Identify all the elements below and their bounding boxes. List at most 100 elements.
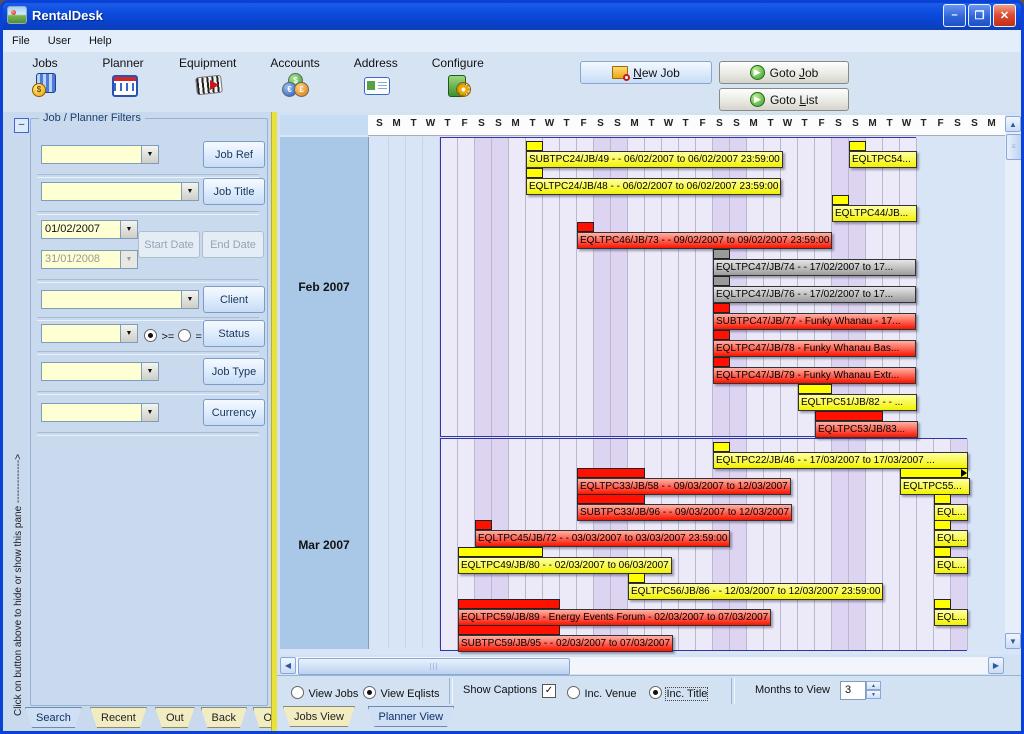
chevron-down-icon[interactable]: ▼ — [120, 221, 137, 238]
menu-item-user[interactable]: User — [39, 32, 80, 50]
client-combo[interactable]: ▼ — [41, 290, 199, 309]
gantt-bar-marker[interactable] — [526, 168, 543, 178]
scroll-left-icon[interactable]: ◀ — [280, 657, 296, 674]
gantt-bar-marker[interactable] — [577, 494, 645, 504]
gantt-bar-marker[interactable] — [798, 384, 832, 394]
gantt-caption[interactable]: EQLTPC47/JB/79 - Funky Whanau Extr... — [713, 367, 916, 384]
job-title-button[interactable]: Job Title — [203, 178, 265, 205]
gantt-bar-marker[interactable] — [458, 625, 560, 635]
gantt-caption[interactable]: EQLTPC47/JB/78 - Funky Whanau Bas... — [713, 340, 916, 357]
gantt-caption[interactable]: SUBTPC47/JB/77 - Funky Whanau - 17... — [713, 313, 916, 330]
job-title-combo[interactable]: ▼ — [41, 182, 199, 201]
gantt-caption[interactable]: EQLTPC33/JB/58 - - 09/03/2007 to 12/03/2… — [577, 478, 791, 495]
start-date-combo[interactable]: 01/02/2007▼ — [41, 220, 138, 239]
inc-title-radio[interactable]: Inc. Title — [649, 684, 707, 702]
gantt-bar-marker[interactable] — [713, 442, 730, 452]
gantt-caption[interactable]: EQLTPC56/JB/86 - - 12/03/2007 to 12/03/2… — [628, 583, 883, 600]
gantt-caption[interactable]: EQLTPC59/JB/89 - Energy Events Forum - 0… — [458, 609, 771, 626]
gantt-caption[interactable]: EQLTPC53/JB/83... — [815, 421, 918, 438]
gantt-bar-marker[interactable] — [526, 141, 543, 151]
gantt-bar-marker[interactable] — [628, 573, 645, 583]
show-captions-checkbox[interactable]: ✓ — [542, 684, 556, 698]
gantt-bar-marker[interactable] — [713, 330, 730, 340]
menu-item-help[interactable]: Help — [80, 32, 121, 50]
gantt-bar-marker[interactable] — [832, 195, 849, 205]
job-ref-button[interactable]: Job Ref — [203, 141, 265, 168]
menu-item-file[interactable]: File — [3, 32, 39, 50]
gantt-caption[interactable]: EQLTPC45/JB/72 - - 03/03/2007 to 03/03/2… — [475, 530, 730, 547]
nav-planner[interactable]: Planner — [101, 56, 145, 97]
gantt-caption[interactable]: EQLTPC54... — [849, 151, 917, 168]
tab-out[interactable]: Out — [155, 707, 195, 728]
months-to-view-input[interactable]: 3 — [840, 681, 866, 700]
tab-search[interactable]: Search — [25, 707, 82, 728]
status-ge-radio[interactable]: >= — [144, 327, 174, 345]
spin-up-icon[interactable]: ▲ — [866, 681, 881, 690]
status-button[interactable]: Status — [203, 320, 265, 347]
gantt-bar-marker[interactable] — [713, 357, 730, 367]
chevron-down-icon[interactable]: ▼ — [141, 146, 158, 163]
gantt-bar-marker[interactable] — [713, 303, 730, 313]
goto-list-button[interactable]: ▶ Goto List — [719, 88, 849, 111]
view-eqlists-radio[interactable]: View Eqlists — [363, 684, 440, 702]
job-ref-combo[interactable]: ▼ — [41, 145, 159, 164]
gantt-caption[interactable]: EQL... — [934, 504, 968, 521]
gantt-caption[interactable]: EQLTPC24/JB/48 - - 06/02/2007 to 06/02/2… — [526, 178, 781, 195]
gantt-bar-marker[interactable] — [458, 547, 543, 557]
scroll-down-icon[interactable]: ▼ — [1005, 633, 1021, 649]
gantt-caption[interactable]: SUBTPC24/JB/49 - - 06/02/2007 to 06/02/2… — [526, 151, 783, 168]
chevron-down-icon[interactable]: ▼ — [120, 325, 137, 342]
gantt-bar-marker[interactable] — [713, 249, 730, 259]
tab-recent[interactable]: Recent — [90, 707, 147, 728]
currency-combo[interactable]: ▼ — [41, 403, 159, 422]
scroll-up-icon[interactable]: ▲ — [1005, 116, 1021, 132]
tab-planner-view[interactable]: Planner View — [368, 706, 455, 727]
gantt-caption[interactable]: EQLTPC47/JB/74 - - 17/02/2007 to 17... — [713, 259, 916, 276]
gantt-caption[interactable]: EQLTPC49/JB/80 - - 02/03/2007 to 06/03/2… — [458, 557, 672, 574]
gantt-bar-marker[interactable] — [934, 547, 951, 557]
chevron-down-icon[interactable]: ▼ — [141, 363, 158, 380]
nav-jobs[interactable]: Jobs$ — [23, 56, 67, 97]
currency-button[interactable]: Currency — [203, 399, 265, 426]
maximize-button[interactable]: ❐ — [968, 4, 991, 27]
inc-venue-radio[interactable]: Inc. Venue — [567, 684, 636, 702]
gantt-bar-marker[interactable] — [849, 141, 866, 151]
goto-job-button[interactable]: ▶ Goto Job — [719, 61, 849, 84]
gantt-bar-marker[interactable] — [475, 520, 492, 530]
client-button[interactable]: Client — [203, 286, 265, 313]
chevron-down-icon[interactable]: ▼ — [141, 404, 158, 421]
gantt-bar-marker[interactable] — [934, 494, 951, 504]
horizontal-scrollbar[interactable]: ◀ ||| ▶ — [280, 657, 1004, 674]
chevron-down-icon[interactable]: ▼ — [181, 291, 198, 308]
gantt-caption[interactable]: EQLTPC22/JB/46 - - 17/03/2007 to 17/03/2… — [713, 452, 968, 469]
gantt-caption[interactable]: EQL... — [934, 530, 968, 547]
nav-accounts[interactable]: Accounts$€£ — [270, 56, 319, 97]
gantt-bar-marker[interactable] — [900, 468, 968, 478]
gantt-bar-marker[interactable] — [934, 599, 951, 609]
gantt-bar-marker[interactable] — [713, 276, 730, 286]
chevron-down-icon[interactable]: ▼ — [181, 183, 198, 200]
nav-configure[interactable]: Configure — [432, 56, 484, 97]
gantt-bar-marker[interactable] — [458, 599, 560, 609]
tab-back[interactable]: Back — [201, 707, 247, 728]
view-jobs-radio[interactable]: View Jobs — [291, 684, 358, 702]
hide-pane-button[interactable]: – — [14, 118, 29, 133]
gantt-bar-marker[interactable] — [577, 222, 594, 232]
gantt-caption[interactable]: SUBTPC33/JB/96 - - 09/03/2007 to 12/03/2… — [577, 504, 792, 521]
vertical-scrollbar[interactable]: ▲ ≡ ▼ — [1005, 116, 1021, 649]
vscroll-thumb[interactable]: ≡ — [1006, 134, 1022, 160]
job-type-button[interactable]: Job Type — [203, 358, 265, 385]
nav-address[interactable]: Address — [354, 56, 398, 97]
gantt-caption[interactable]: EQLTPC47/JB/76 - - 17/02/2007 to 17... — [713, 286, 916, 303]
gantt-caption[interactable]: EQL... — [934, 557, 968, 574]
new-job-button[interactable]: New Job — [580, 61, 712, 84]
close-button[interactable]: ✕ — [993, 4, 1016, 27]
title-bar[interactable]: RentalDesk – ❐ ✕ — [0, 0, 1024, 30]
scroll-right-icon[interactable]: ▶ — [988, 657, 1004, 674]
spin-down-icon[interactable]: ▼ — [866, 690, 881, 699]
gantt-caption[interactable]: EQLTPC51/JB/82 - - ... — [798, 394, 917, 411]
gantt-bar-marker[interactable] — [815, 411, 883, 421]
gantt-caption[interactable]: EQL... — [934, 609, 968, 626]
gantt-caption[interactable]: EQLTPC46/JB/73 - - 09/02/2007 to 09/02/2… — [577, 232, 832, 249]
minimize-button[interactable]: – — [943, 4, 966, 27]
